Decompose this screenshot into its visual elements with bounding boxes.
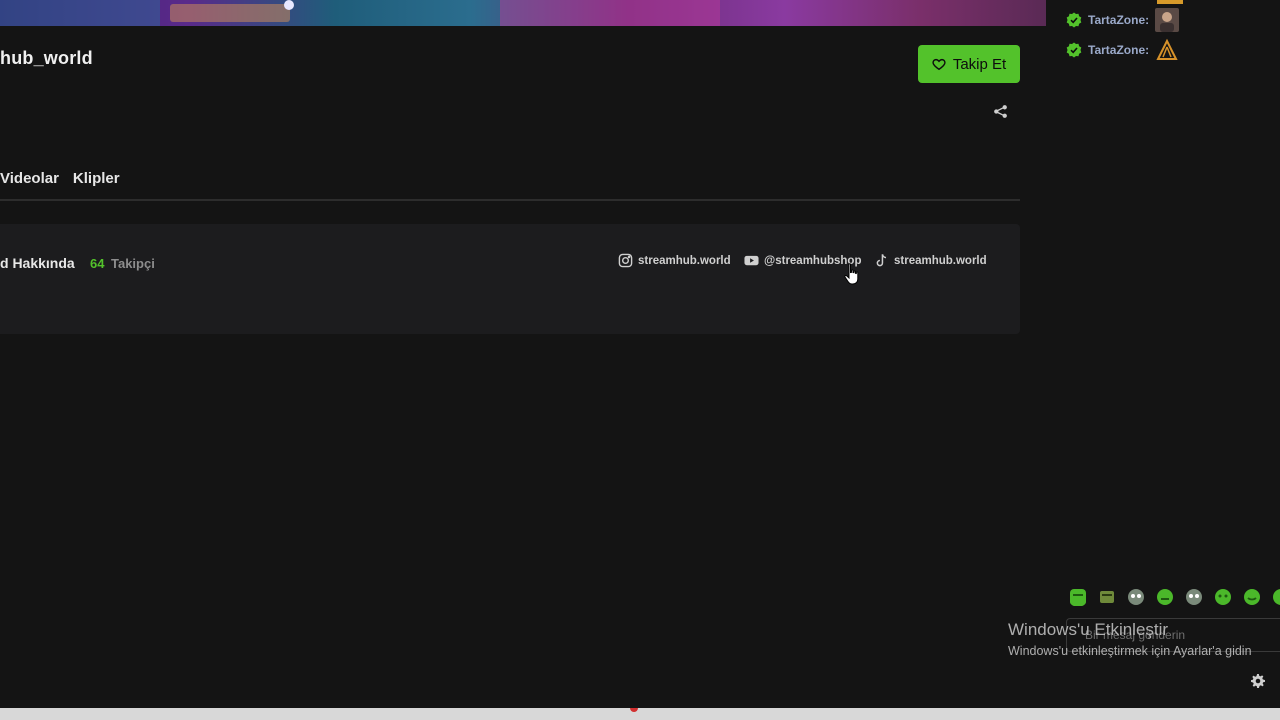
chat-username[interactable]: TartaZone: <box>1088 13 1149 27</box>
verified-badge-icon <box>1066 42 1082 58</box>
channel-banner <box>0 0 1046 26</box>
channel-name: hub_world <box>0 48 93 68</box>
tab-clips[interactable]: Klipler <box>73 170 120 187</box>
youtube-icon <box>744 255 759 266</box>
hand-cursor-icon <box>844 263 859 285</box>
verified-badge-icon <box>1066 12 1082 28</box>
taskbar <box>0 708 1280 720</box>
channel-tabs: Videolar Klipler <box>0 170 120 187</box>
green-emote-icon[interactable] <box>1213 587 1233 607</box>
social-link-tiktok[interactable]: streamhub.world <box>874 253 987 268</box>
share-icon[interactable] <box>993 104 1008 119</box>
green-emote-icon[interactable] <box>1155 587 1175 607</box>
social-label: streamhub.world <box>894 254 987 267</box>
follower-label: Takipçi <box>111 256 155 271</box>
green-emote-icon[interactable] <box>1068 587 1088 607</box>
follow-button[interactable]: Takip Et <box>918 45 1020 83</box>
chat-message: TartaZone: <box>1066 38 1179 62</box>
chat-emote-strip <box>1157 0 1183 4</box>
about-panel: d Hakkında 64 Takipçi streamhub.world @s… <box>0 224 1020 334</box>
tab-videos[interactable]: Videolar <box>0 170 59 187</box>
tabs-divider <box>0 199 1020 201</box>
tiktok-icon <box>876 254 887 267</box>
logo-emote-icon <box>1156 38 1178 60</box>
windows-activation-title: Windows'u Etkinleştir <box>1008 620 1169 639</box>
chat-message: TartaZone: <box>1066 8 1180 32</box>
heart-icon <box>932 58 946 71</box>
green-emote-icon[interactable] <box>1271 587 1280 607</box>
green-emote-icon[interactable] <box>1184 587 1204 607</box>
chat-username[interactable]: TartaZone: <box>1088 43 1149 57</box>
follower-count: 64 <box>90 256 105 271</box>
follow-button-label: Takip Et <box>952 55 1007 73</box>
green-emote-icon[interactable] <box>1097 587 1117 607</box>
windows-activation-subtitle: Windows'u etkinleştirmek için Ayarlar'a … <box>1008 644 1252 658</box>
green-emote-icon[interactable] <box>1242 587 1262 607</box>
portrait-emote-icon <box>1155 8 1180 32</box>
gear-icon[interactable] <box>1251 674 1265 688</box>
social-label: streamhub.world <box>638 254 731 267</box>
social-link-instagram[interactable]: streamhub.world <box>618 253 731 268</box>
about-title: d Hakkında <box>0 255 75 271</box>
instagram-icon <box>618 253 633 268</box>
emote-bar <box>1068 587 1280 607</box>
green-emote-icon[interactable] <box>1126 587 1146 607</box>
